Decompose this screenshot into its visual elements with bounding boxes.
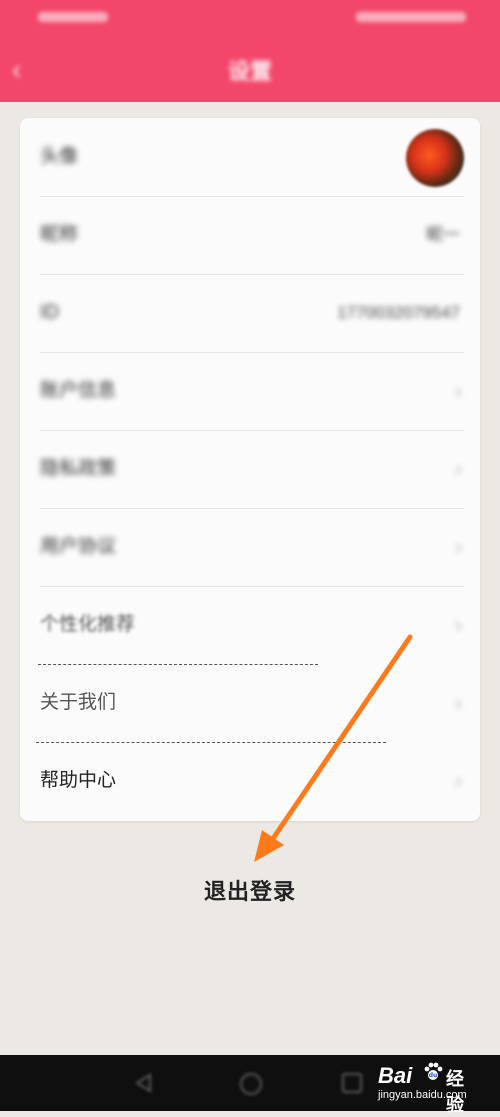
recent-apps-icon[interactable]: [342, 1073, 362, 1093]
watermark-url: jingyan.baidu.com: [378, 1089, 467, 1101]
watermark-brand-left: Bai: [378, 1063, 413, 1088]
arrow-shaft: [267, 634, 413, 846]
arrow-head: [254, 830, 284, 862]
back-icon[interactable]: [134, 1073, 154, 1093]
paw-icon: du: [424, 1062, 443, 1080]
annotation-arrow: [254, 634, 413, 862]
svg-text:du: du: [429, 1072, 438, 1079]
baidu-jingyan-watermark: Bai du 经验 jingyan.baidu.com: [378, 1059, 478, 1115]
home-icon[interactable]: [240, 1073, 262, 1095]
logout-button[interactable]: 退出登录: [0, 874, 500, 906]
